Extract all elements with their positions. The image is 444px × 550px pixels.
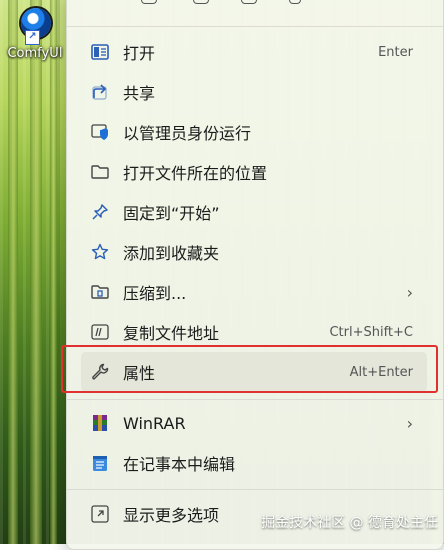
- menu-item-run-as-admin[interactable]: 以管理员身份运行: [81, 112, 427, 152]
- menu-item-edit-in-notepad[interactable]: 在记事本中编辑: [81, 443, 427, 483]
- menu-item-label: 添加到收藏夹: [123, 244, 220, 263]
- menu-item-add-to-favorites[interactable]: 添加到收藏夹: [81, 232, 427, 272]
- star-icon: [89, 241, 111, 263]
- context-menu: 打开 Enter 共享 以管理员身份运行 打开文件所在的位置 固定到“开始” 添…: [66, 0, 444, 550]
- menu-item-winrar[interactable]: WinRAR ›: [81, 403, 427, 443]
- menu-item-label: 打开文件所在的位置: [123, 164, 268, 183]
- comfyui-app-icon: ↗: [15, 6, 55, 45]
- chevron-right-icon: ›: [406, 413, 413, 433]
- admin-shield-icon: [89, 121, 111, 143]
- winrar-icon: [89, 412, 111, 434]
- context-menu-quick-actions: [67, 0, 443, 9]
- menu-item-compress-to[interactable]: 压缩到... ›: [81, 272, 427, 312]
- zip-folder-icon: [89, 281, 111, 303]
- menu-item-label: 共享: [123, 84, 156, 103]
- menu-item-label: 以管理员身份运行: [123, 124, 252, 143]
- menu-item-share[interactable]: 共享: [81, 72, 427, 112]
- menu-item-pin-to-start[interactable]: 固定到“开始”: [81, 192, 427, 232]
- menu-item-label: 打开: [123, 44, 156, 63]
- menu-item-shortcut: Ctrl+Shift+C: [329, 324, 413, 340]
- menu-item-label: 在记事本中编辑: [123, 455, 236, 474]
- rename-icon[interactable]: [193, 0, 209, 4]
- open-icon: [89, 41, 111, 63]
- pin-icon: [89, 201, 111, 223]
- more-options-icon: [89, 503, 111, 525]
- copy-icon[interactable]: [141, 0, 157, 4]
- menu-item-open[interactable]: 打开 Enter: [81, 32, 427, 72]
- copy-path-icon: [89, 321, 111, 343]
- desktop-shortcut-comfyui[interactable]: ↗ ComfyUI: [2, 6, 68, 61]
- shortcut-arrow-icon: ↗: [25, 30, 40, 45]
- divider: [67, 399, 443, 400]
- bamboo-trunk: [8, 0, 18, 544]
- bamboo-trunk: [50, 0, 57, 544]
- menu-item-open-file-location[interactable]: 打开文件所在的位置: [81, 152, 427, 192]
- watermark: 掘金技术社区 @ 德育处主任: [261, 515, 438, 531]
- menu-item-shortcut: Enter: [378, 44, 413, 60]
- share-icon[interactable]: [241, 0, 257, 4]
- cut-icon[interactable]: [87, 0, 101, 3]
- menu-item-label: 压缩到...: [123, 284, 187, 303]
- menu-item-label: WinRAR: [123, 413, 186, 433]
- desktop-icon-label: ComfyUI: [7, 46, 63, 61]
- bamboo-trunk: [30, 0, 42, 544]
- menu-item-label: 固定到“开始”: [123, 204, 220, 223]
- chevron-right-icon: ›: [406, 282, 413, 302]
- folder-icon: [89, 161, 111, 183]
- share-icon: [89, 81, 111, 103]
- divider: [67, 26, 443, 27]
- notepad-icon: [89, 452, 111, 474]
- menu-item-label: 复制文件地址: [123, 324, 220, 343]
- divider: [67, 489, 443, 490]
- delete-icon[interactable]: [289, 0, 301, 4]
- highlight-annotation-box: [61, 345, 438, 393]
